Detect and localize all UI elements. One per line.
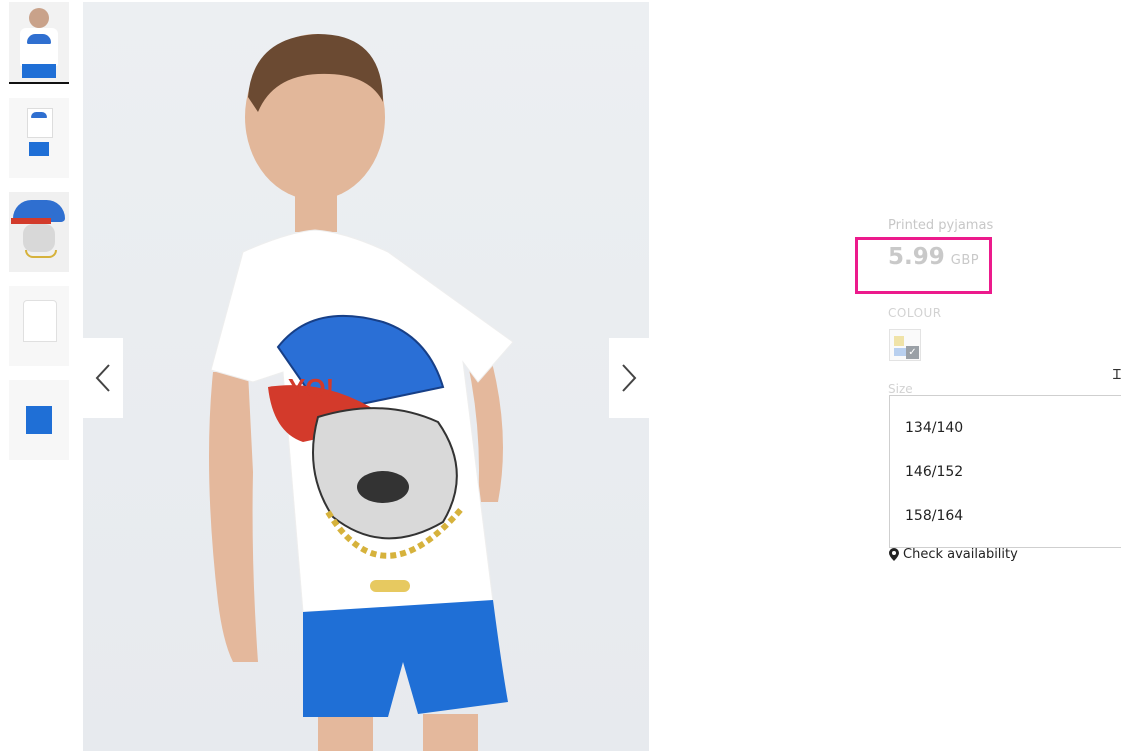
size-option-134-140[interactable]: 134/140 [905,420,963,436]
thumbnail-2[interactable] [9,98,69,178]
colour-swatch[interactable]: ✓ [889,329,921,361]
thumbnail-gallery [9,2,69,474]
thumbnail-1[interactable] [9,2,69,84]
swatch-pattern [894,336,904,346]
map-pin-icon [889,548,899,561]
check-availability-link[interactable]: Check availability [889,547,1018,562]
check-icon: ✓ [906,346,919,359]
product-price: 5.99 GBP [888,244,979,270]
chevron-left-icon [95,364,110,392]
prev-image-button[interactable] [83,338,123,418]
chevron-right-icon [622,364,637,392]
size-option-146-152[interactable]: 146/152 [905,464,963,480]
product-name: Printed pyjamas [888,218,994,233]
svg-text:YO!: YO! [288,373,334,403]
colour-label: COLOUR [888,306,942,320]
thumbnail-3[interactable] [9,192,69,272]
text-cursor-icon: Ɪ [1113,367,1121,383]
check-availability-label: Check availability [903,547,1018,562]
thumbnail-4[interactable] [9,286,69,366]
swatch-pattern-2 [894,348,906,356]
size-label: Size [888,382,913,396]
main-product-image: YO! [83,2,649,751]
product-info: Printed pyjamas [888,218,1121,233]
size-dropdown-list[interactable]: 134/140 146/152 158/164 [889,395,1121,548]
next-image-button[interactable] [609,338,649,418]
thumbnail-5[interactable] [9,380,69,460]
size-option-158-164[interactable]: 158/164 [905,508,963,524]
price-currency: GBP [950,253,980,268]
price-amount: 5.99 [888,244,945,270]
product-illustration: YO! [209,34,514,751]
